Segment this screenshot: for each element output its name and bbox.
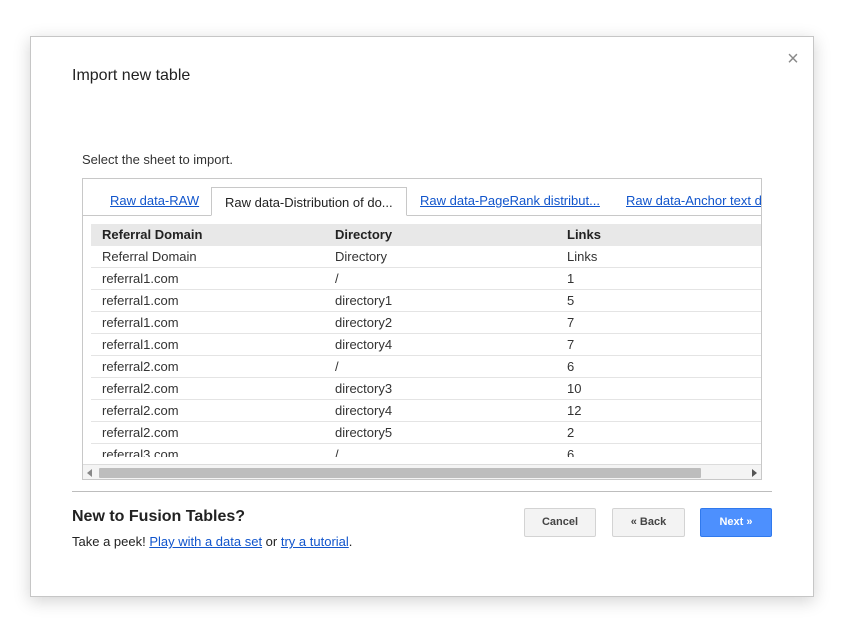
tab-raw-data-pagerank[interactable]: Raw data-PageRank distribut... bbox=[420, 193, 600, 208]
column-header: Links bbox=[567, 227, 601, 242]
table-cell: / bbox=[335, 359, 339, 374]
dialog-title: Import new table bbox=[72, 67, 191, 84]
table-cell: referral1.com bbox=[102, 315, 179, 330]
table-row: referral2.com directory4 12 bbox=[91, 400, 761, 422]
table-cell: 7 bbox=[567, 337, 575, 352]
table-cell: directory4 bbox=[335, 403, 393, 418]
table-row: referral1.com directory2 7 bbox=[91, 312, 761, 334]
table-cell: / bbox=[335, 271, 339, 286]
table-cell: directory1 bbox=[335, 293, 393, 308]
column-header: Directory bbox=[335, 227, 393, 242]
table-row: referral3.com / 6 bbox=[91, 444, 761, 457]
table-header-row: Referral Domain Directory Links bbox=[91, 224, 761, 246]
tab-raw-data-distribution[interactable]: Raw data-Distribution of do... bbox=[211, 187, 407, 216]
try-a-tutorial-link[interactable]: try a tutorial bbox=[281, 534, 349, 549]
table-cell: referral2.com bbox=[102, 403, 179, 418]
scroll-right-arrow-icon[interactable] bbox=[752, 469, 757, 477]
table-row: referral1.com / 1 bbox=[91, 268, 761, 290]
back-button[interactable]: « Back bbox=[612, 508, 685, 537]
horizontal-scrollbar[interactable] bbox=[83, 464, 761, 479]
column-header: Referral Domain bbox=[102, 227, 203, 242]
table-cell: 7 bbox=[567, 315, 575, 330]
footer-heading: New to Fusion Tables? bbox=[72, 508, 246, 525]
sheet-panel: Raw data-RAW Raw data-Distribution of do… bbox=[82, 178, 762, 480]
table-cell: referral1.com bbox=[102, 293, 179, 308]
table-cell: directory3 bbox=[335, 381, 393, 396]
footer-middle: or bbox=[262, 534, 281, 549]
cancel-button[interactable]: Cancel bbox=[524, 508, 596, 537]
table-cell: 6 bbox=[567, 359, 575, 374]
scrollbar-thumb[interactable] bbox=[99, 468, 701, 478]
data-preview-table: Referral Domain Directory Links Referral… bbox=[91, 224, 761, 457]
table-cell: referral3.com bbox=[102, 447, 179, 457]
table-cell: 1 bbox=[567, 271, 575, 286]
tab-raw-data-raw[interactable]: Raw data-RAW bbox=[110, 193, 199, 208]
table-row: referral2.com directory3 10 bbox=[91, 378, 761, 400]
scroll-left-arrow-icon[interactable] bbox=[87, 469, 92, 477]
table-cell: 6 bbox=[567, 447, 575, 457]
table-cell: referral2.com bbox=[102, 359, 179, 374]
table-cell: directory2 bbox=[335, 315, 393, 330]
table-cell: Referral Domain bbox=[102, 249, 197, 264]
footer-text: Take a peek! Play with a data set or try… bbox=[72, 534, 352, 549]
sheet-tabs: Raw data-RAW Raw data-Distribution of do… bbox=[83, 179, 761, 216]
table-cell: 10 bbox=[567, 381, 582, 396]
tab-raw-data-anchor-text[interactable]: Raw data-Anchor text d bbox=[626, 193, 761, 208]
footer-divider bbox=[72, 491, 772, 492]
table-cell: directory4 bbox=[335, 337, 393, 352]
table-cell: 2 bbox=[567, 425, 575, 440]
table-row: referral2.com / 6 bbox=[91, 356, 761, 378]
table-cell: / bbox=[335, 447, 339, 457]
close-icon[interactable]: × bbox=[785, 49, 801, 69]
footer-prefix: Take a peek! bbox=[72, 534, 150, 549]
table-cell: referral1.com bbox=[102, 337, 179, 352]
table-cell: referral1.com bbox=[102, 271, 179, 286]
next-button[interactable]: Next » bbox=[700, 508, 772, 537]
table-row: referral2.com directory5 2 bbox=[91, 422, 761, 444]
table-cell: referral2.com bbox=[102, 381, 179, 396]
play-with-data-set-link[interactable]: Play with a data set bbox=[149, 534, 262, 549]
instruction-text: Select the sheet to import. bbox=[82, 152, 234, 167]
table-cell: 5 bbox=[567, 293, 575, 308]
table-cell: 12 bbox=[567, 403, 582, 418]
table-row: referral1.com directory1 5 bbox=[91, 290, 761, 312]
table-row: referral1.com directory4 7 bbox=[91, 334, 761, 356]
table-cell: Directory bbox=[335, 249, 388, 264]
footer-suffix: . bbox=[348, 534, 353, 549]
table-cell: Links bbox=[567, 249, 598, 264]
table-cell: directory5 bbox=[335, 425, 393, 440]
table-row: Referral Domain Directory Links bbox=[91, 246, 761, 268]
table-cell: referral2.com bbox=[102, 425, 179, 440]
